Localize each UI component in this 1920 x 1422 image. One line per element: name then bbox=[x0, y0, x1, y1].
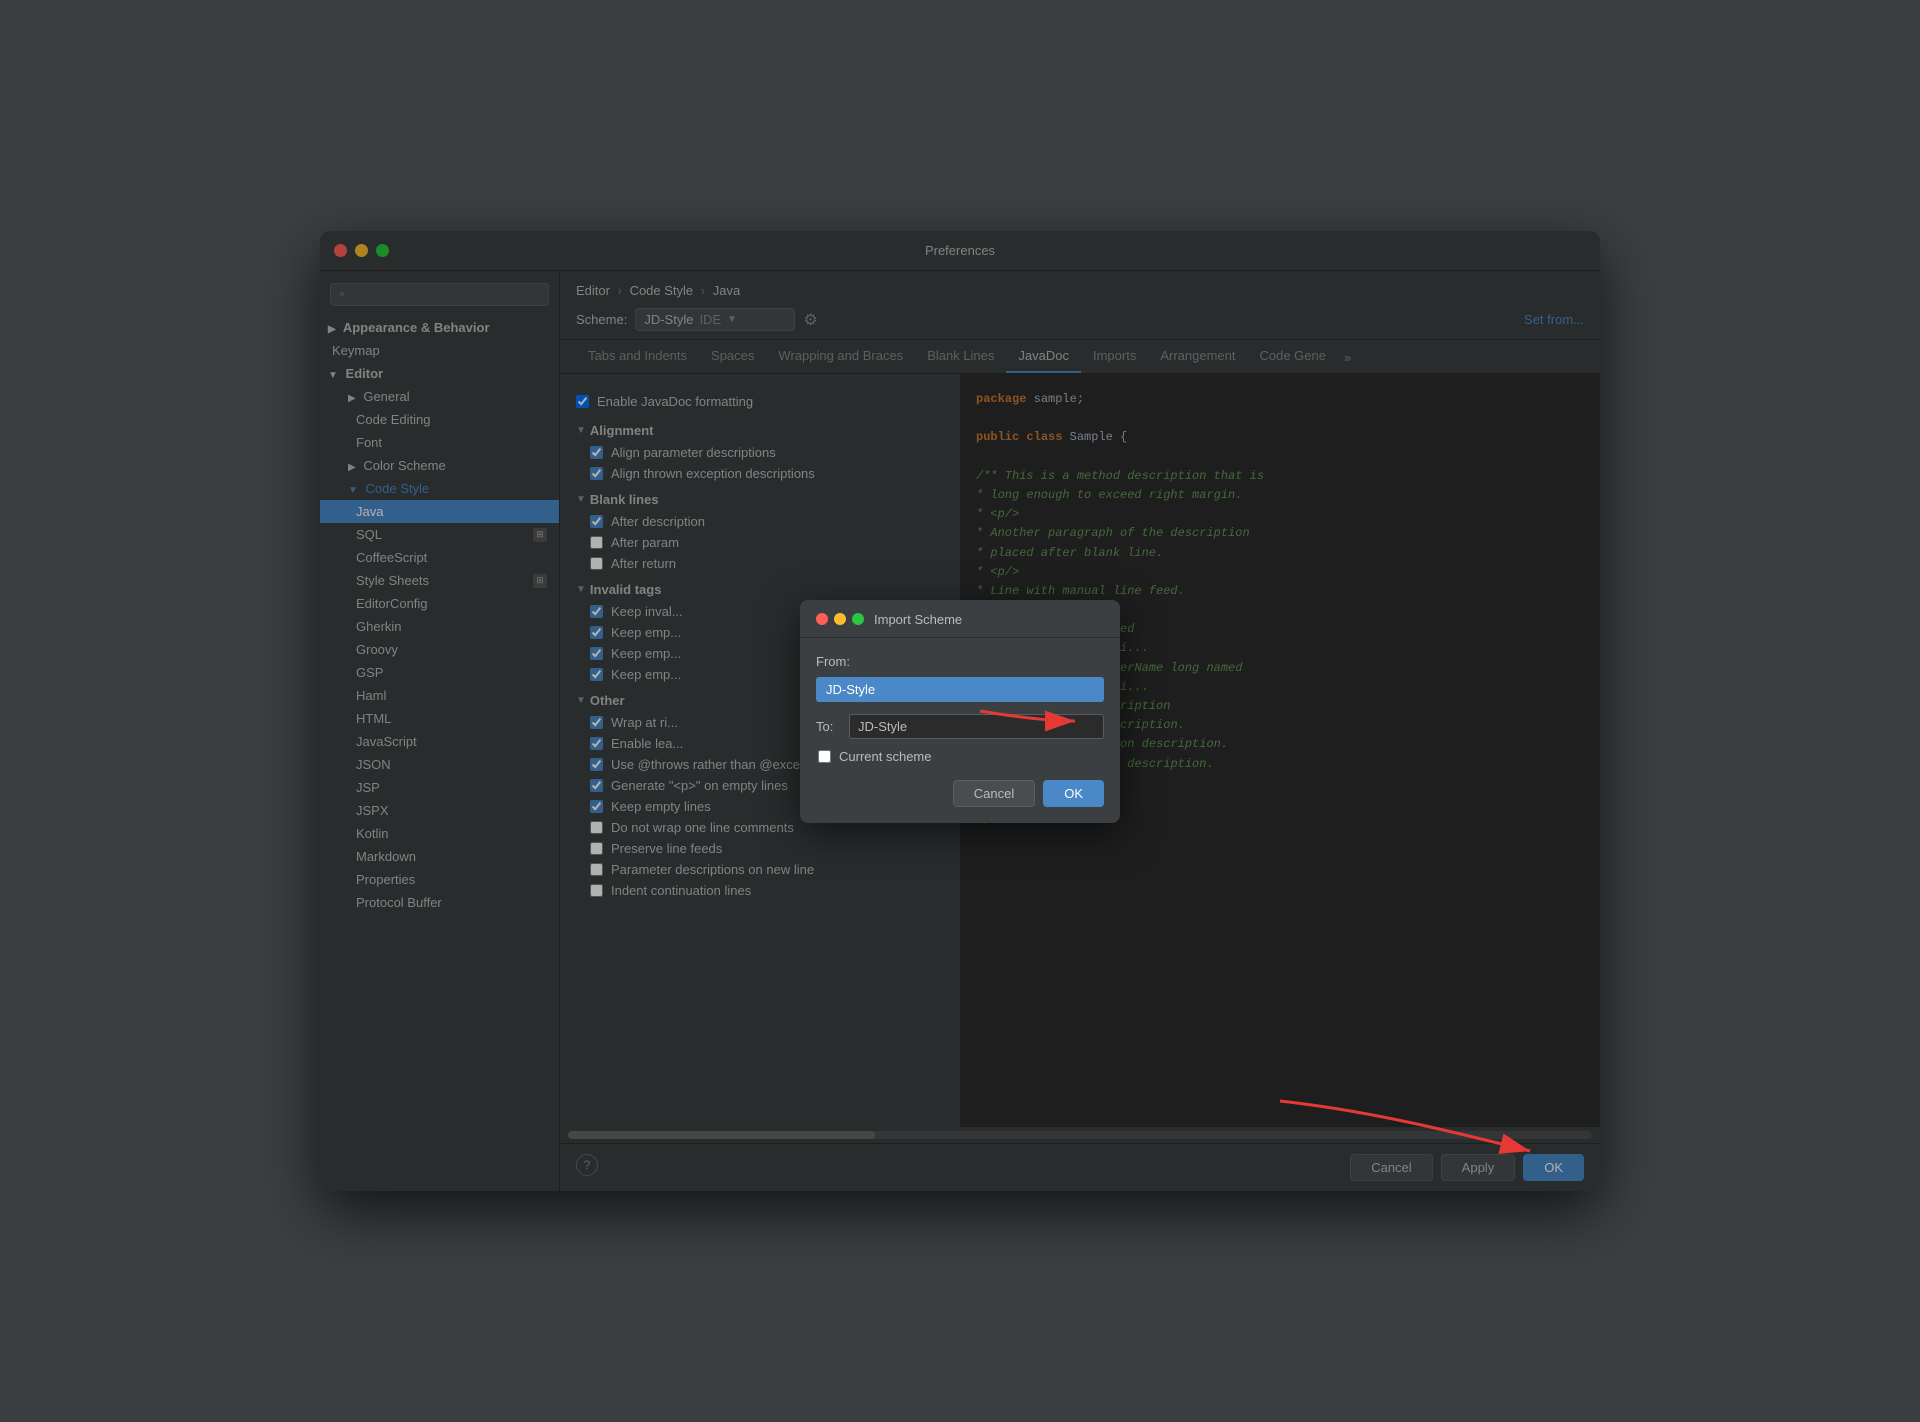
modal-overlay: Import Scheme From: JD-Style To: Current… bbox=[320, 231, 1600, 1191]
modal-current-scheme-label: Current scheme bbox=[839, 749, 931, 764]
modal-title: Import Scheme bbox=[874, 612, 962, 627]
modal-current-scheme-checkbox[interactable] bbox=[818, 750, 831, 763]
modal-current-scheme-row: Current scheme bbox=[816, 749, 1104, 764]
modal-cancel-button[interactable]: Cancel bbox=[953, 780, 1035, 807]
modal-title-bar: Import Scheme bbox=[800, 600, 1120, 638]
modal-from-label: From: bbox=[816, 654, 1104, 669]
import-scheme-modal: Import Scheme From: JD-Style To: Current… bbox=[800, 600, 1120, 823]
modal-close-button[interactable] bbox=[816, 613, 828, 625]
modal-body: From: JD-Style To: Current scheme Cancel… bbox=[800, 638, 1120, 823]
modal-maximize-button[interactable] bbox=[852, 613, 864, 625]
modal-traffic-lights bbox=[816, 613, 864, 625]
modal-to-input[interactable] bbox=[849, 714, 1104, 739]
modal-to-row: To: bbox=[816, 714, 1104, 739]
modal-to-label: To: bbox=[816, 719, 841, 734]
modal-from-value[interactable]: JD-Style bbox=[816, 677, 1104, 702]
preferences-window: Preferences ⌕ ▶ Appearance & Behavior Ke… bbox=[320, 231, 1600, 1191]
modal-minimize-button[interactable] bbox=[834, 613, 846, 625]
modal-buttons: Cancel OK bbox=[816, 780, 1104, 807]
modal-ok-button[interactable]: OK bbox=[1043, 780, 1104, 807]
